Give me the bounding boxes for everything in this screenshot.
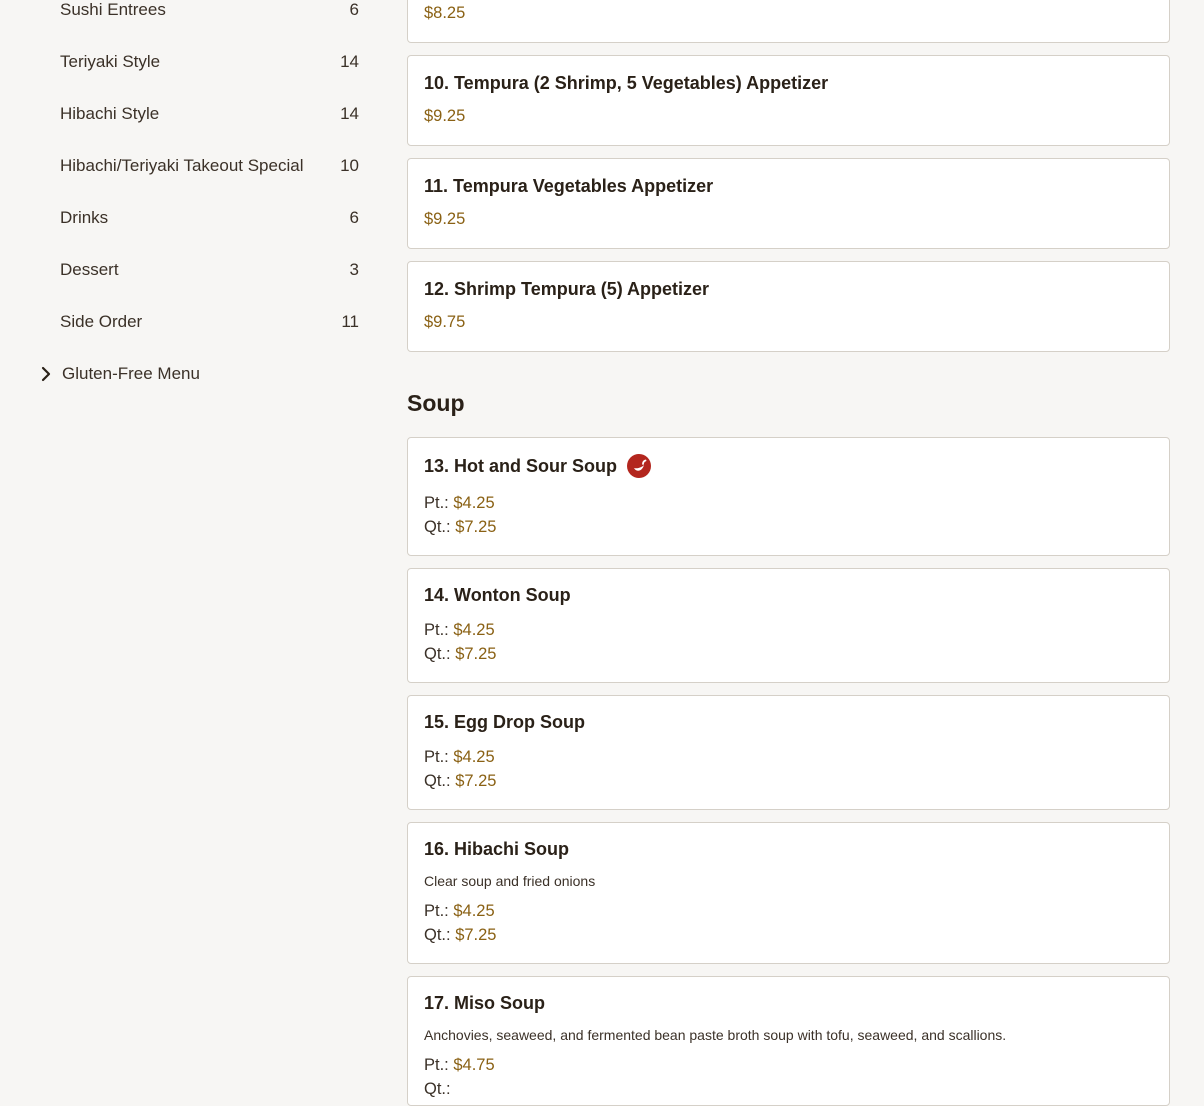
- sidebar-item-label: Hibachi/Teriyaki Takeout Special: [60, 156, 304, 175]
- menu-item-card[interactable]: 10. Tempura (2 Shrimp, 5 Vegetables) App…: [407, 55, 1170, 146]
- size-label: Pt.:: [424, 902, 449, 920]
- menu-item-card[interactable]: 17. Miso Soup Anchovies, seaweed, and fe…: [407, 976, 1170, 1106]
- category-sidebar: Sushi Entrees 6 Teriyaki Style 14 Hibach…: [0, 0, 380, 1082]
- size-label: Qt.:: [424, 772, 451, 790]
- sidebar-item-side-order[interactable]: Side Order 11: [60, 307, 359, 337]
- item-price: $9.25: [424, 210, 466, 228]
- sidebar-item-label: Side Order: [60, 312, 143, 331]
- sidebar-item-hibachi-style[interactable]: Hibachi Style 14: [60, 99, 359, 129]
- menu-item-card[interactable]: 15. Egg Drop Soup Pt.: $4.25 Qt.: $7.25: [407, 695, 1170, 810]
- sidebar-item-count: 14: [340, 104, 359, 123]
- sidebar-item-dessert[interactable]: Dessert 3: [60, 255, 359, 285]
- item-description: Anchovies, seaweed, and fermented bean p…: [424, 1027, 1007, 1043]
- item-price: $7.25: [455, 645, 497, 663]
- sidebar-item-count: 6: [349, 0, 359, 19]
- item-price: $4.25: [453, 902, 495, 920]
- sidebar-item-label: Hibachi Style: [60, 104, 160, 123]
- price-line-pint: Pt.: $4.75: [424, 1053, 495, 1077]
- item-name: 13. Hot and Sour Soup: [424, 455, 618, 476]
- section-title: Soup: [407, 390, 465, 416]
- item-price: $7.25: [455, 518, 497, 536]
- size-label: Qt.:: [424, 1080, 451, 1098]
- sidebar-item-count: 6: [349, 208, 359, 227]
- item-price: $9.25: [424, 107, 466, 125]
- size-label: Pt.:: [424, 748, 449, 766]
- item-price: $8.25: [424, 4, 466, 22]
- price-line-pint: Pt.: $4.25: [424, 899, 496, 923]
- size-label: Qt.:: [424, 926, 451, 944]
- sidebar-item-takeout-special[interactable]: Hibachi/Teriyaki Takeout Special 10: [60, 151, 359, 181]
- item-price: $9.75: [424, 313, 466, 331]
- price-line-pint: Pt.: $4.25: [424, 745, 496, 769]
- menu-item-card[interactable]: 12. Shrimp Tempura (5) Appetizer $9.75: [407, 261, 1170, 352]
- price-line-quart: Qt.: $7.25: [424, 642, 496, 666]
- item-name: 17. Miso Soup: [424, 992, 546, 1013]
- sidebar-item-sushi-entrees[interactable]: Sushi Entrees 6: [60, 0, 359, 25]
- price-line-quart: Qt.:: [424, 1077, 495, 1101]
- price-line-pint: Pt.: $4.25: [424, 618, 496, 642]
- sidebar-item-label: Drinks: [60, 208, 109, 227]
- sidebar-item-label: Teriyaki Style: [60, 52, 161, 71]
- chevron-right-icon: [38, 366, 54, 382]
- sidebar-group-gluten-free[interactable]: Gluten-Free Menu: [38, 359, 200, 389]
- size-label: Qt.:: [424, 645, 451, 663]
- menu-item-card[interactable]: 16. Hibachi Soup Clear soup and fried on…: [407, 822, 1170, 964]
- menu-item-card[interactable]: 14. Wonton Soup Pt.: $4.25 Qt.: $7.25: [407, 568, 1170, 683]
- item-price: $4.25: [453, 494, 495, 512]
- item-name: 16. Hibachi Soup: [424, 838, 570, 859]
- sidebar-group-label: Gluten-Free Menu: [62, 364, 200, 383]
- item-price: $7.25: [455, 926, 497, 944]
- menu-item-card[interactable]: 11. Tempura Vegetables Appetizer $9.25: [407, 158, 1170, 249]
- size-label: Qt.:: [424, 518, 451, 536]
- size-label: Pt.:: [424, 1056, 449, 1074]
- sidebar-item-teriyaki-style[interactable]: Teriyaki Style 14: [60, 47, 359, 77]
- price-line-pint: Pt.: $4.25: [424, 491, 496, 515]
- sidebar-item-label: Dessert: [60, 260, 119, 279]
- item-name: 14. Wonton Soup: [424, 584, 571, 605]
- item-description: Clear soup and fried onions: [424, 873, 596, 889]
- sidebar-item-count: 11: [341, 312, 359, 331]
- sidebar-item-count: 3: [349, 260, 359, 279]
- sidebar-item-count: 14: [340, 52, 359, 71]
- item-name-row: 13. Hot and Sour Soup: [424, 454, 652, 478]
- sidebar-item-count: 10: [340, 156, 359, 175]
- item-price: $4.25: [453, 748, 495, 766]
- price-line-quart: Qt.: $7.25: [424, 923, 496, 947]
- item-price: $4.75: [453, 1056, 495, 1074]
- item-name: 11. Tempura Vegetables Appetizer: [424, 175, 714, 196]
- item-name: 12. Shrimp Tempura (5) Appetizer: [424, 278, 710, 299]
- menu-item-card[interactable]: 13. Hot and Sour Soup Pt.: $4.25 Qt.: $7…: [407, 437, 1170, 556]
- item-name: 10. Tempura (2 Shrimp, 5 Vegetables) App…: [424, 72, 829, 93]
- sidebar-item-drinks[interactable]: Drinks 6: [60, 203, 359, 233]
- item-name: 15. Egg Drop Soup: [424, 711, 586, 732]
- item-price: $4.25: [453, 621, 495, 639]
- price-line-quart: Qt.: $7.25: [424, 515, 496, 539]
- size-label: Pt.:: [424, 621, 449, 639]
- chili-pepper-icon: [627, 454, 652, 478]
- sidebar-item-label: Sushi Entrees: [60, 0, 166, 19]
- item-price: $7.25: [455, 772, 497, 790]
- menu-item-card[interactable]: $8.25: [407, 0, 1170, 43]
- size-label: Pt.:: [424, 494, 449, 512]
- price-line-quart: Qt.: $7.25: [424, 769, 496, 793]
